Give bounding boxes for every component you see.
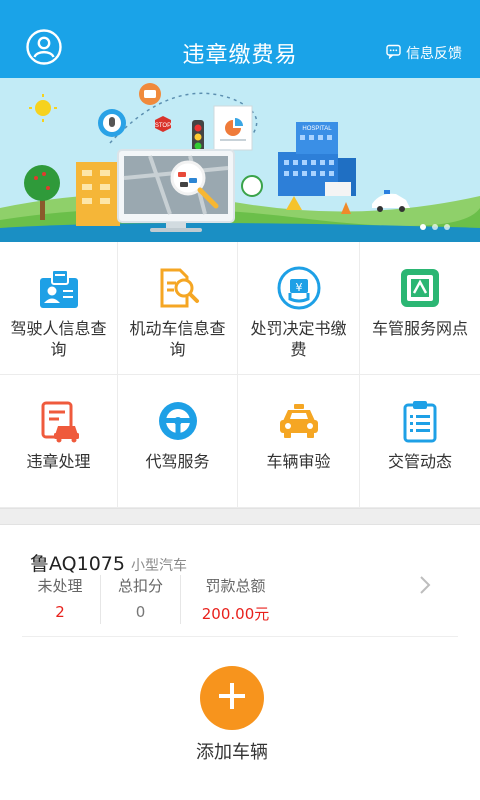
add-vehicle-button[interactable]	[200, 666, 264, 730]
grid-item-vehicle-info[interactable]: 机动车信息查询	[118, 242, 238, 375]
grid-item-traffic-news[interactable]: 交管动态	[360, 375, 480, 508]
grid-item-vehicle-inspection[interactable]: 车辆审验	[238, 375, 360, 508]
grid-item-label: 机动车信息查询	[129, 319, 226, 359]
service-outlet-icon	[398, 266, 442, 310]
carousel-dot[interactable]	[432, 224, 438, 230]
stat-label: 总扣分	[117, 577, 163, 595]
feedback-label: 信息反馈	[406, 46, 462, 62]
chat-bubble-icon	[386, 44, 401, 63]
grid-item-label: 代驾服务	[145, 452, 210, 471]
app-header: 违章缴费易 信息反馈	[0, 0, 480, 78]
document-search-icon	[156, 266, 200, 310]
vehicle-card[interactable]: 鲁AQ1075 小型汽车 未处理 2 总扣分 0 罚款总额 200.00元	[0, 525, 480, 637]
add-vehicle-label[interactable]: 添加车辆	[0, 738, 464, 764]
grid-item-label: 交管动态	[387, 452, 452, 471]
stat-value: 0	[135, 603, 146, 621]
plus-icon	[217, 681, 247, 715]
plate-number: 鲁AQ1075	[30, 553, 125, 575]
stat-value: 2	[55, 603, 65, 621]
svg-text:STOP: STOP	[155, 123, 171, 129]
svg-text:¥: ¥	[295, 281, 302, 294]
grid-item-service-outlets[interactable]: 车管服务网点	[360, 242, 480, 375]
grid-item-violation-handling[interactable]: 违章处理	[0, 375, 118, 508]
banner-illustration: STOP HOSPITAL	[0, 78, 480, 242]
section-divider	[0, 508, 480, 525]
fine-stat: 罚款总额 200.00元	[180, 575, 290, 624]
driver-id-card-icon	[37, 266, 81, 310]
feedback-button[interactable]: 信息反馈	[386, 43, 462, 63]
stat-label: 罚款总额	[205, 577, 266, 595]
carousel-dot[interactable]	[444, 224, 450, 230]
taxi-inspection-icon	[277, 399, 321, 443]
grid-item-label: 车管服务网点	[371, 319, 468, 338]
steering-wheel-icon	[156, 399, 200, 443]
svg-text:HOSPITAL: HOSPITAL	[302, 126, 332, 132]
stat-value: 200.00元	[201, 605, 270, 623]
unprocessed-stat: 未处理 2	[20, 575, 100, 624]
carousel-dot[interactable]	[420, 224, 426, 230]
grid-item-penalty-payment[interactable]: ¥ 处罚决定书缴费	[238, 242, 360, 375]
promo-banner[interactable]: STOP HOSPITAL	[0, 78, 480, 242]
grid-item-label: 驾驶人信息查询	[10, 319, 107, 359]
carousel-indicator[interactable]	[420, 224, 450, 230]
violation-car-icon	[37, 399, 81, 443]
clipboard-news-icon	[398, 399, 442, 443]
chevron-right-icon[interactable]	[418, 575, 432, 595]
grid-item-label: 违章处理	[26, 452, 91, 471]
service-grid: 驾驶人信息查询 机动车信息查询 ¥ 处罚决定书缴费 车管服务网点 违章处理 代驾…	[0, 242, 480, 508]
vehicle-header: 鲁AQ1075 小型汽车	[30, 549, 187, 576]
card-divider	[22, 636, 458, 637]
grid-item-driver-info[interactable]: 驾驶人信息查询	[0, 242, 118, 375]
stat-label: 未处理	[37, 577, 83, 595]
points-stat: 总扣分 0	[100, 575, 180, 624]
vehicle-type: 小型汽车	[130, 558, 187, 574]
grid-item-label: 处罚决定书缴费	[250, 319, 347, 359]
grid-item-chauffeur-service[interactable]: 代驾服务	[118, 375, 238, 508]
yuan-payment-icon: ¥	[277, 266, 321, 310]
vehicle-stats: 未处理 2 总扣分 0 罚款总额 200.00元	[20, 575, 290, 624]
grid-item-label: 车辆审验	[266, 452, 331, 471]
